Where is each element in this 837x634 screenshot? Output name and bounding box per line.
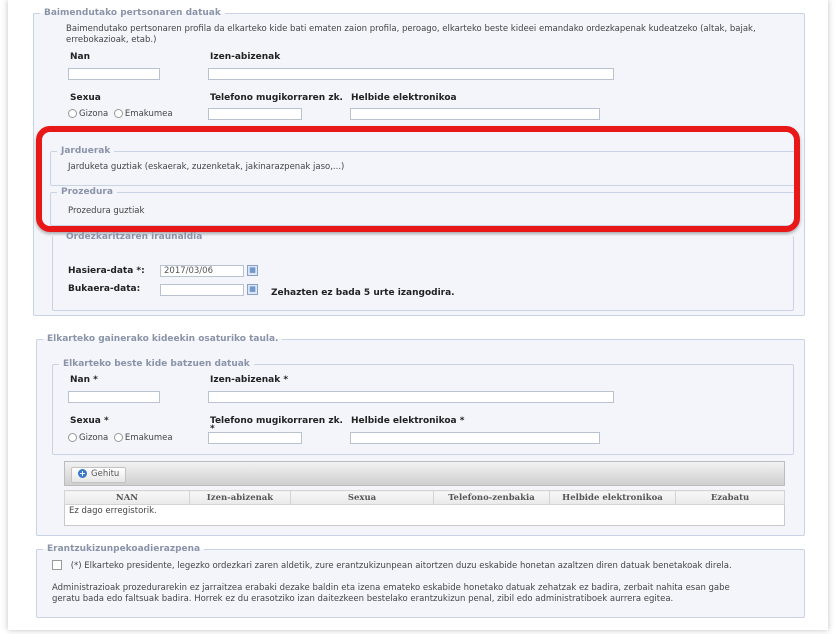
declaration-checkbox[interactable] [52, 560, 62, 570]
hasiera-data-label: Hasiera-data *: [68, 266, 145, 276]
member-gizona-radio[interactable] [68, 433, 77, 442]
gizona-label: Gizona [79, 109, 109, 119]
member-helbide-label: Helbide elektronikoa * [351, 416, 465, 426]
hasiera-calendar-icon[interactable]: ▦ [247, 265, 258, 276]
telefono-input[interactable] [208, 108, 302, 120]
authorized-person-description: Baimendutako pertsonaren profila da elka… [66, 24, 756, 45]
member-emakumea-label: Emakumea [124, 433, 173, 443]
member-emakumea-radio[interactable] [113, 433, 123, 442]
declaration-check-text: (*) Elkarteko presidente, legezko ordezk… [70, 560, 732, 571]
member-helbide-input[interactable] [350, 432, 600, 444]
bukaera-note: Zehazten ez bada 5 urte izangodira. [271, 288, 455, 298]
declaration-checkbox-row: (*) Elkarteko presidente, legezko ordezk… [52, 560, 732, 571]
declaration-paragraph-2: geratu bada edo faltsuak badira. Horrek … [52, 594, 674, 604]
declaration-paragraph-1: Administrazioak prozedurarekin ez jarrai… [52, 583, 730, 593]
other-member-legend: Elkarteko beste kide batzuen datuak [63, 359, 250, 369]
bukaera-calendar-icon[interactable]: ▦ [247, 284, 258, 295]
authorized-person-legend: Baimendutako pertsonaren datuak [44, 8, 221, 18]
gehitu-label: Gehitu [91, 469, 120, 479]
gizona-radio[interactable] [68, 109, 77, 118]
members-grid: NAN Izen-abizenak Sexua Telefono-zenbaki… [64, 490, 785, 526]
sexua-label: Sexua [70, 93, 101, 103]
bukaera-data-label: Bukaera-data: [68, 284, 141, 294]
member-izen-label: Izen-abizenak * [210, 375, 289, 385]
page: Baimendutako pertsonaren datuak Baimendu… [0, 0, 837, 634]
member-nan-input[interactable] [68, 391, 160, 403]
declaration-fieldset: Erantzukizunpekoadierazpena [36, 544, 805, 618]
nan-input[interactable] [68, 68, 160, 80]
izen-abizenak-label: Izen-abizenak [210, 52, 281, 62]
plus-circle-icon: + [78, 469, 87, 478]
emakumea-radio[interactable] [113, 109, 123, 118]
helbide-input[interactable] [350, 108, 600, 120]
sexua-radio-group: Gizona Emakumea [68, 109, 173, 119]
nan-label: Nan [70, 52, 91, 62]
col-telefono[interactable]: Telefono-zenbakia [433, 490, 550, 505]
col-nan[interactable]: NAN [64, 490, 190, 505]
declaration-legend: Erantzukizunpekoadierazpena [47, 544, 201, 554]
telefono-label: Telefono mugikorraren zk. [210, 93, 343, 103]
member-izen-input[interactable] [208, 391, 614, 403]
members-table-legend: Elkarteko gainerako kideekin osaturiko t… [47, 334, 279, 344]
member-sexua-radio-group: Gizona Emakumea [68, 433, 173, 443]
table-row-spacer [65, 517, 785, 526]
col-helbide[interactable]: Helbide elektronikoa [549, 490, 676, 505]
ordezkaritza-legend: Ordezkaritzaren iraunaldia [66, 232, 203, 242]
grid-empty-message: Ez dago erregistorik. [64, 504, 785, 517]
hasiera-data-input[interactable]: 2017/03/06 [160, 265, 244, 277]
gehitu-button[interactable]: + Gehitu [71, 467, 127, 483]
izen-abizenak-input[interactable] [208, 68, 614, 80]
grid-toolbar: + Gehitu [64, 461, 785, 486]
member-sexua-label: Sexua * [70, 416, 109, 426]
col-sexua[interactable]: Sexua [290, 490, 434, 505]
grid-header-row: NAN Izen-abizenak Sexua Telefono-zenbaki… [64, 490, 785, 505]
col-izen-abizenak[interactable]: Izen-abizenak [189, 490, 291, 505]
table-row: Ez dago erregistorik. [64, 504, 785, 517]
highlight-frame [36, 126, 800, 232]
member-gizona-label: Gizona [79, 433, 109, 443]
member-telefono-label: Telefono mugikorraren zk. [210, 416, 343, 426]
member-nan-label: Nan * [70, 375, 98, 385]
bukaera-data-input[interactable] [160, 284, 244, 296]
helbide-label: Helbide elektronikoa [351, 93, 457, 103]
col-ezabatu[interactable]: Ezabatu [675, 490, 785, 505]
emakumea-label: Emakumea [124, 109, 173, 119]
member-telefono-input[interactable] [208, 432, 302, 444]
